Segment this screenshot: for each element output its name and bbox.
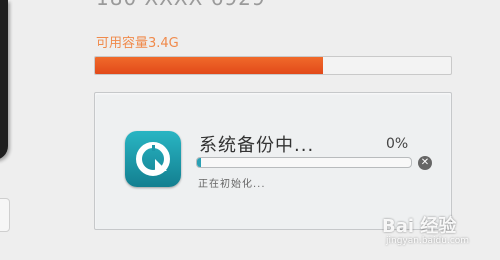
close-icon[interactable]: ✕ xyxy=(418,156,432,170)
watermark-brand: Bai 经验 xyxy=(382,216,457,237)
watermark-url: jingyan.baidu.com xyxy=(386,236,470,246)
backup-progress-fill xyxy=(197,158,202,167)
storage-usage-fill xyxy=(95,57,323,74)
device-edge xyxy=(0,0,8,160)
backup-percent: 0% xyxy=(386,136,409,152)
phone-number: 180 XXXX 6929 xyxy=(96,0,266,10)
storage-usage-bar xyxy=(94,56,452,75)
available-capacity-label: 可用容量3.4G xyxy=(96,36,179,51)
backup-refresh-icon xyxy=(125,131,181,187)
backup-panel: 系统备份中... 0% ✕ 正在初始化... xyxy=(94,92,452,230)
side-tab[interactable] xyxy=(0,198,10,232)
backup-progress-bar xyxy=(196,157,412,168)
backup-status-text: 正在初始化... xyxy=(198,179,266,190)
baidu-jingyan-watermark: Bai 经验 jingyan.baidu.com xyxy=(382,212,494,252)
backup-title: 系统备份中... xyxy=(199,135,315,156)
